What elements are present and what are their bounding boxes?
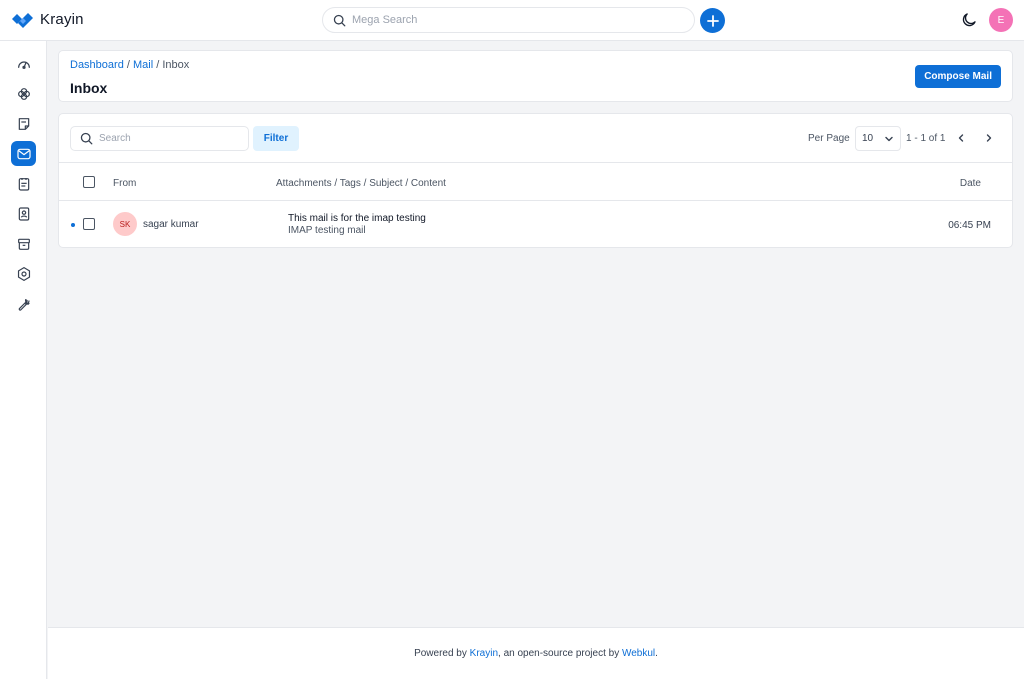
footer-prefix: Powered by bbox=[414, 648, 467, 659]
page-range: 1 - 1 of 1 bbox=[906, 133, 946, 144]
breadcrumb-separator: / bbox=[156, 59, 160, 71]
mega-search-input[interactable] bbox=[352, 14, 652, 26]
compose-mail-button[interactable]: Compose Mail bbox=[915, 65, 1001, 88]
krayin-logo-icon bbox=[12, 12, 33, 28]
mail-icon bbox=[16, 148, 31, 159]
settings-icon bbox=[17, 266, 30, 281]
sender-name: sagar kumar bbox=[143, 219, 199, 230]
per-page-value: 10 bbox=[862, 133, 874, 144]
activities-icon bbox=[18, 177, 29, 191]
column-date[interactable]: Date bbox=[960, 178, 981, 189]
search-icon bbox=[333, 14, 346, 26]
mail-subject: This mail is for the imap testing bbox=[288, 213, 426, 224]
unread-indicator bbox=[71, 223, 75, 227]
mail-content: IMAP testing mail bbox=[288, 225, 366, 236]
sidebar-item-quotes[interactable] bbox=[11, 111, 36, 136]
grid-search-input[interactable] bbox=[99, 133, 239, 144]
per-page-label: Per Page bbox=[808, 133, 850, 144]
grid-search[interactable] bbox=[70, 126, 249, 151]
footer-suffix: . bbox=[655, 648, 658, 659]
leads-icon bbox=[17, 87, 30, 100]
sidebar-item-settings[interactable] bbox=[11, 261, 36, 286]
footer: Powered by Krayin, an open-source projec… bbox=[48, 627, 1024, 679]
footer-company-link[interactable]: Webkul bbox=[622, 648, 655, 659]
dark-mode-toggle[interactable] bbox=[960, 11, 978, 32]
page-header: Dashboard / Mail / Inbox Inbox Compose M… bbox=[58, 50, 1013, 102]
breadcrumb-separator: / bbox=[126, 59, 130, 71]
sidebar bbox=[0, 41, 47, 679]
select-all-checkbox[interactable] bbox=[83, 176, 95, 188]
breadcrumb-dashboard[interactable]: Dashboard bbox=[70, 59, 124, 71]
top-bar: Krayin E bbox=[0, 0, 1024, 41]
previous-page-button[interactable] bbox=[952, 129, 970, 147]
quotes-icon bbox=[18, 117, 29, 130]
table-row[interactable]: SK sagar kumar This mail is for the imap… bbox=[59, 201, 1012, 248]
sidebar-item-products[interactable] bbox=[11, 231, 36, 256]
column-content[interactable]: Attachments / Tags / Subject / Content bbox=[276, 178, 446, 189]
column-from[interactable]: From bbox=[113, 178, 136, 189]
mega-search[interactable] bbox=[322, 7, 695, 33]
chevron-left-icon bbox=[958, 134, 964, 142]
breadcrumb: Dashboard / Mail / Inbox bbox=[70, 59, 189, 71]
table-header: From Attachments / Tags / Subject / Cont… bbox=[59, 162, 1012, 201]
filter-button[interactable]: Filter bbox=[253, 126, 299, 151]
per-page-select[interactable]: 10 bbox=[855, 126, 901, 151]
dashboard-icon bbox=[17, 60, 30, 69]
logo[interactable]: Krayin bbox=[12, 11, 84, 28]
row-checkbox[interactable] bbox=[83, 218, 95, 230]
next-page-button[interactable] bbox=[980, 129, 998, 147]
breadcrumb-current: Inbox bbox=[162, 59, 190, 71]
sidebar-item-mail[interactable] bbox=[11, 141, 36, 166]
contacts-icon bbox=[18, 206, 29, 221]
sidebar-item-dashboard[interactable] bbox=[11, 51, 36, 76]
footer-brand-link[interactable]: Krayin bbox=[470, 648, 498, 659]
moon-icon bbox=[962, 13, 976, 27]
products-icon bbox=[17, 238, 30, 250]
user-avatar[interactable]: E bbox=[989, 8, 1013, 32]
sidebar-item-contacts[interactable] bbox=[11, 201, 36, 226]
footer-middle: , an open-source project by bbox=[498, 648, 620, 659]
chevron-down-icon bbox=[885, 136, 893, 141]
sender-avatar: SK bbox=[113, 212, 137, 236]
app-name: Krayin bbox=[40, 11, 84, 28]
breadcrumb-mail[interactable]: Mail bbox=[133, 59, 153, 71]
chevron-right-icon bbox=[986, 134, 992, 142]
quick-create-button[interactable] bbox=[700, 8, 725, 33]
sidebar-item-configuration[interactable] bbox=[11, 291, 36, 316]
search-icon bbox=[80, 132, 93, 145]
mail-date: 06:45 PM bbox=[948, 220, 991, 231]
sidebar-item-activities[interactable] bbox=[11, 171, 36, 196]
wrench-icon bbox=[18, 298, 30, 311]
sidebar-item-leads[interactable] bbox=[11, 81, 36, 106]
mail-datagrid: Filter Per Page 10 1 - 1 of 1 From Attac… bbox=[58, 113, 1013, 248]
page-title: Inbox bbox=[70, 80, 108, 96]
plus-icon bbox=[706, 14, 719, 27]
